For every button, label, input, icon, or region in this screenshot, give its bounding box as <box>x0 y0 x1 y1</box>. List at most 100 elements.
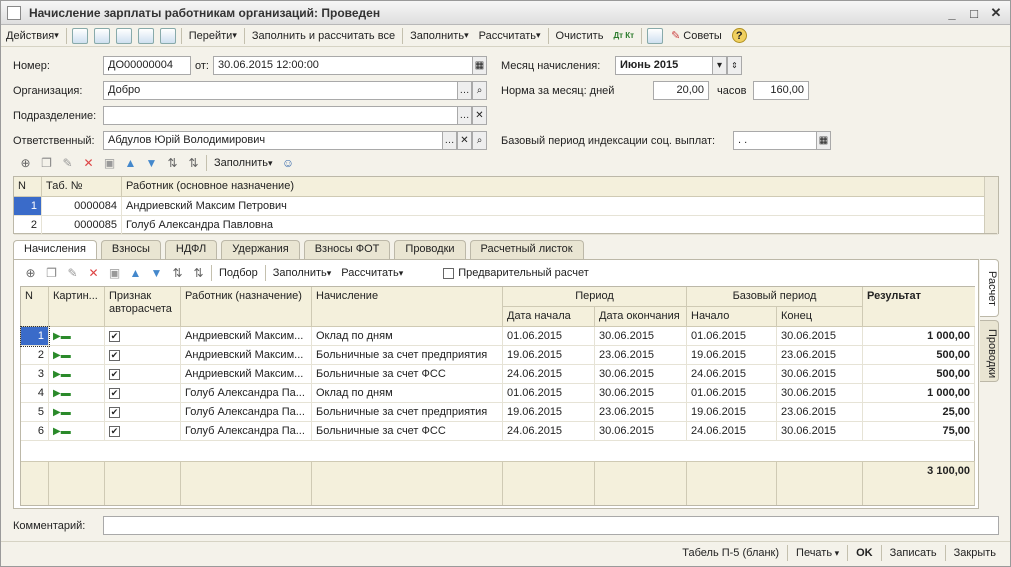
table-cell[interactable]: 19.06.2015 <box>503 346 595 365</box>
end-edit-icon[interactable]: ▣ <box>102 156 117 171</box>
checkbox-icon[interactable]: ✔ <box>109 388 120 399</box>
fill-calc-all-button[interactable]: Заполнить и рассчитать все <box>247 26 400 46</box>
actions-menu[interactable]: Действия <box>1 26 64 46</box>
col-n[interactable]: N <box>14 177 42 196</box>
table-cell[interactable]: 30.06.2015 <box>595 384 687 403</box>
close-button[interactable]: Закрыть <box>948 547 1002 559</box>
table-cell[interactable]: ▶▬ <box>49 346 105 365</box>
table-cell[interactable]: ▶▬ <box>49 365 105 384</box>
tab-fot[interactable]: Взносы ФОТ <box>303 240 391 259</box>
comment-field[interactable] <box>103 516 999 535</box>
col-base-end[interactable]: Конец <box>777 307 863 327</box>
copy-row-icon[interactable]: ❐ <box>44 266 59 281</box>
checkbox-icon[interactable]: ✔ <box>109 426 120 437</box>
table-cell[interactable]: ▶▬ <box>49 384 105 403</box>
structure-icon[interactable] <box>159 27 176 44</box>
table-cell[interactable]: 1 000,00 <box>863 384 975 403</box>
table-cell[interactable]: ▶▬ <box>49 327 105 346</box>
table-cell[interactable]: 75,00 <box>863 422 975 441</box>
tabel-button[interactable]: Табель П-5 (бланк) <box>676 547 785 559</box>
select-icon[interactable]: … <box>457 106 472 125</box>
table-cell[interactable]: 01.06.2015 <box>687 327 777 346</box>
table-cell[interactable]: 25,00 <box>863 403 975 422</box>
tab-deductions[interactable]: Удержания <box>221 240 300 259</box>
table-cell[interactable]: 23.06.2015 <box>595 346 687 365</box>
search-icon[interactable]: ⌕ <box>472 131 487 150</box>
table-cell[interactable]: ▶▬ <box>49 403 105 422</box>
table-cell[interactable]: Больничные за счет предприятия <box>312 346 503 365</box>
maximize-button[interactable]: □ <box>964 4 984 22</box>
copy-row-icon[interactable]: ❐ <box>39 156 54 171</box>
table-row[interactable]: 2 0000085 Голуб Александра Павловна <box>14 216 998 235</box>
table-cell[interactable]: 6 <box>21 422 49 441</box>
move-up-icon[interactable]: ▲ <box>128 266 143 281</box>
move-down-icon[interactable]: ▼ <box>149 266 164 281</box>
move-down-icon[interactable]: ▼ <box>144 156 159 171</box>
copy-icon[interactable] <box>115 27 132 44</box>
col-period[interactable]: Период <box>503 287 687 307</box>
pick-button[interactable]: Подбор <box>214 263 263 283</box>
month-field[interactable]: Июнь 2015 <box>615 56 713 75</box>
table-cell[interactable]: Голуб Александра Па... <box>181 384 312 403</box>
norm-days-field[interactable]: 20,00 <box>653 81 709 100</box>
list-icon[interactable] <box>647 27 664 44</box>
table-cell[interactable]: 30.06.2015 <box>595 327 687 346</box>
clear-icon[interactable]: ✕ <box>472 106 487 125</box>
table-cell[interactable]: Оклад по дням <box>312 327 503 346</box>
table-cell[interactable]: 01.06.2015 <box>503 384 595 403</box>
minimize-button[interactable]: _ <box>942 4 962 22</box>
org-field[interactable]: Добро <box>103 81 458 100</box>
norm-hours-field[interactable]: 160,00 <box>753 81 809 100</box>
user-icon[interactable]: ☺ <box>281 156 296 171</box>
table-cell[interactable]: Андриевский Максим... <box>181 327 312 346</box>
table-cell[interactable]: 24.06.2015 <box>503 365 595 384</box>
col-base-period[interactable]: Базовый период <box>687 287 863 307</box>
close-window-button[interactable]: ✕ <box>986 4 1006 22</box>
help-button[interactable]: ? <box>727 26 752 46</box>
table-row[interactable]: 1 0000084 Андриевский Максим Петрович <box>14 197 998 216</box>
post-icon[interactable] <box>93 27 110 44</box>
table-cell[interactable]: 30.06.2015 <box>777 327 863 346</box>
sort-desc-icon[interactable]: ⇅ <box>186 156 201 171</box>
table-cell[interactable]: 30.06.2015 <box>595 365 687 384</box>
col-employee[interactable]: Работник (основное назначение) <box>122 177 998 196</box>
table-cell[interactable]: 500,00 <box>863 365 975 384</box>
move-up-icon[interactable]: ▲ <box>123 156 138 171</box>
table-cell[interactable]: ✔ <box>105 422 181 441</box>
checkbox-icon[interactable]: ✔ <box>109 331 120 342</box>
table-cell[interactable]: 3 <box>21 365 49 384</box>
table-cell[interactable]: ✔ <box>105 346 181 365</box>
tab-ndfl[interactable]: НДФЛ <box>164 240 218 259</box>
sort-desc-icon[interactable]: ⇅ <box>191 266 206 281</box>
tab-payslip[interactable]: Расчетный листок <box>469 240 584 259</box>
col-start[interactable]: Дата начала <box>503 307 595 327</box>
fill-menu[interactable]: Заполнить <box>405 26 474 46</box>
edit-icon[interactable]: ✎ <box>60 156 75 171</box>
chevron-down-icon[interactable]: ▾ <box>712 56 727 75</box>
table-cell[interactable]: 30.06.2015 <box>777 384 863 403</box>
col-base-start[interactable]: Начало <box>687 307 777 327</box>
table-cell[interactable]: Андриевский Максим... <box>181 346 312 365</box>
print-menu[interactable]: Печать <box>790 547 845 559</box>
table-cell[interactable]: 30.06.2015 <box>777 365 863 384</box>
table-cell[interactable]: 500,00 <box>863 346 975 365</box>
calc-menu[interactable]: Рассчитать <box>474 26 546 46</box>
table-cell[interactable]: Больничные за счет ФСС <box>312 365 503 384</box>
number-field[interactable]: ДО00000004 <box>103 56 191 75</box>
table-cell[interactable]: 19.06.2015 <box>503 403 595 422</box>
col-employee[interactable]: Работник (назначение) <box>181 287 312 327</box>
based-on-icon[interactable] <box>137 27 154 44</box>
table-cell[interactable]: 5 <box>21 403 49 422</box>
delete-icon[interactable]: ✕ <box>86 266 101 281</box>
table-cell[interactable]: Больничные за счет ФСС <box>312 422 503 441</box>
side-tab-postings[interactable]: Проводки <box>980 320 999 382</box>
ok-button[interactable]: OK <box>850 547 879 559</box>
table-cell[interactable]: 24.06.2015 <box>503 422 595 441</box>
sort-asc-icon[interactable]: ⇅ <box>165 156 180 171</box>
table-cell[interactable]: ✔ <box>105 327 181 346</box>
checkbox-icon[interactable]: ✔ <box>109 407 120 418</box>
table-cell[interactable]: 1 <box>20 326 50 347</box>
col-result[interactable]: Результат <box>863 287 975 327</box>
table-cell[interactable]: 30.06.2015 <box>777 422 863 441</box>
spin-icon[interactable]: ⇕ <box>727 56 742 75</box>
